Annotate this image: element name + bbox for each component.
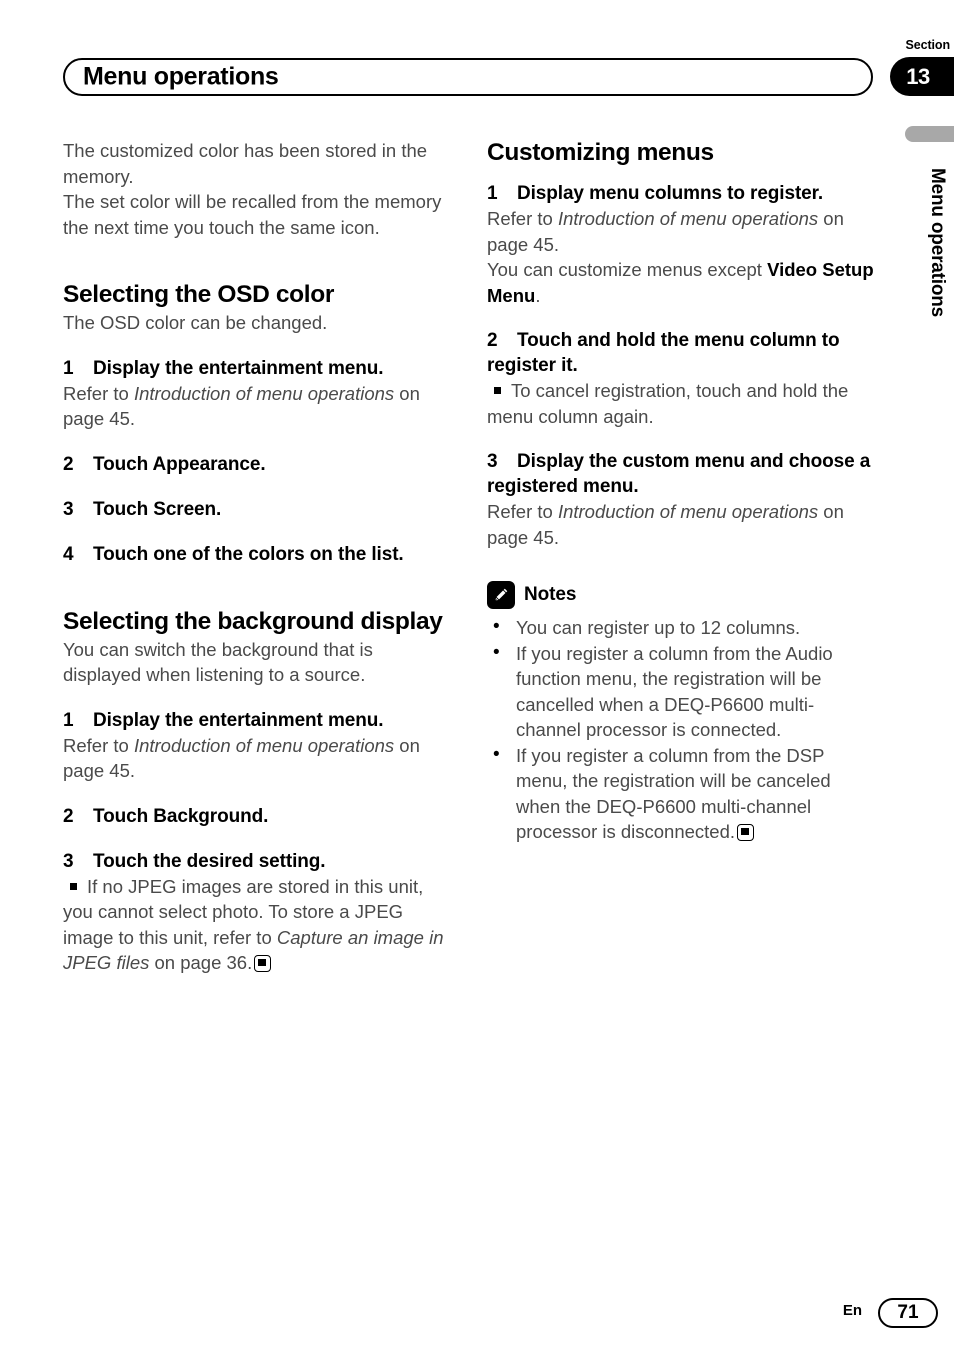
end-of-section-icon	[254, 955, 272, 972]
step-title: Touch Appearance.	[93, 453, 266, 475]
intro-paragraph-2: The set color will be recalled from the …	[63, 191, 442, 238]
refer-prefix: Refer to	[63, 734, 134, 756]
step-title: Touch Screen.	[93, 498, 222, 520]
osd-step-3: 3 Touch Screen.	[63, 497, 450, 522]
step-number: 2	[63, 453, 74, 475]
refer-prefix: Refer to	[487, 208, 558, 229]
left-column: The customized color has been stored in …	[63, 138, 450, 976]
pencil-icon	[487, 581, 515, 609]
step-title: Touch the desired setting.	[93, 850, 326, 872]
running-header-bar: Menu operations	[63, 58, 873, 96]
refer-italic-title: Introduction of menu operations	[557, 501, 819, 522]
refer-italic-title: Introduction of menu operations	[133, 382, 395, 404]
step-number: 3	[63, 498, 74, 520]
heading-osd-color: Selecting the OSD color	[63, 281, 335, 308]
end-of-section-icon	[737, 824, 755, 841]
footer-language-code: En	[842, 1302, 862, 1319]
refer-prefix: Refer to	[63, 382, 134, 404]
customizing-step-3-refer: Refer to Introduction of menu operations…	[487, 499, 874, 550]
section-label: Section	[905, 38, 951, 52]
square-bullet-icon	[70, 882, 77, 890]
background-description: You can switch the background that is di…	[63, 638, 373, 686]
section-number-tab: 13	[890, 57, 954, 96]
step-title: Display the entertainment menu.	[93, 357, 384, 379]
intro-paragraph-1: The customized color has been stored in …	[63, 140, 428, 187]
step-number: 3	[487, 451, 498, 472]
refer-italic-title: Introduction of menu operations	[133, 734, 395, 756]
heading-customizing-menus: Customizing menus	[487, 139, 714, 166]
osd-step-1: 1 Display the entertainment menu.	[63, 356, 450, 381]
refer-prefix: Refer to	[487, 501, 558, 522]
osd-step-4: 4 Touch one of the colors on the list.	[63, 542, 450, 567]
customizing-step-1-extra: You can customize menus except Video Set…	[487, 257, 874, 308]
notes-header: Notes	[487, 581, 874, 609]
step-title: Display menu columns to register.	[517, 183, 824, 204]
step-title: Touch one of the colors on the list.	[93, 543, 404, 565]
background-step-1: 1 Display the entertainment menu.	[63, 708, 450, 733]
step-number: 4	[63, 543, 74, 565]
section-number: 13	[906, 63, 930, 89]
step-number: 1	[63, 709, 74, 731]
background-square-note: If no JPEG images are stored in this uni…	[63, 874, 450, 976]
background-step-1-refer: Refer to Introduction of menu operations…	[63, 733, 450, 784]
note-suffix: on page 36.	[149, 952, 253, 973]
customizing-step-3: 3 Display the custom menu and choose a re…	[487, 449, 874, 499]
step-title: Display the entertainment menu.	[93, 709, 384, 731]
square-bullet-icon	[494, 387, 501, 394]
page-number-badge: 71	[878, 1298, 938, 1328]
step-title: Display the custom menu and choose a reg…	[487, 451, 871, 497]
heading-background-display: Selecting the background display	[63, 607, 443, 635]
refer-italic-title: Introduction of menu operations	[557, 208, 819, 229]
manual-page: Menu operations Section 13 Menu operatio…	[0, 0, 954, 1352]
customizing-step-2: 2 Touch and hold the menu column to regis…	[487, 328, 874, 378]
note-text: To cancel registration, touch and hold t…	[487, 380, 849, 427]
step-number: 1	[63, 357, 74, 379]
step-number: 3	[63, 850, 74, 872]
note-item-last: If you register a column from the DSP me…	[487, 742, 874, 845]
background-step-3: 3 Touch the desired setting.	[63, 849, 450, 874]
margin-section-title: Menu operations	[927, 168, 948, 318]
osd-step-1-refer: Refer to Introduction of menu operations…	[63, 381, 450, 432]
extra-prefix: You can customize menus except	[487, 259, 768, 280]
notes-label: Notes	[524, 584, 577, 605]
note-item: You can register up to 12 columns.	[487, 614, 874, 641]
extra-suffix: .	[535, 284, 541, 306]
osd-step-2: 2 Touch Appearance.	[63, 452, 450, 477]
step-title: Touch Background.	[93, 805, 269, 827]
notes-list: You can register up to 12 columns. If yo…	[487, 614, 874, 845]
background-step-2: 2 Touch Background.	[63, 804, 450, 829]
step-title: Touch and hold the menu column to regist…	[487, 330, 840, 376]
margin-indicator-bar	[905, 126, 954, 142]
step-number: 2	[487, 330, 498, 351]
osd-description: The OSD color can be changed.	[63, 312, 328, 333]
right-column: Customizing menus 1 Display menu columns …	[487, 138, 874, 845]
step-number: 1	[487, 183, 498, 204]
customizing-step-1-refer: Refer to Introduction of menu operations…	[487, 206, 874, 257]
customizing-step-1: 1 Display menu columns to register.	[487, 181, 874, 206]
page-title: Menu operations	[83, 62, 279, 91]
note-item: If you register a column from the Audio …	[487, 640, 874, 743]
note-text: If you register a column from the DSP me…	[516, 744, 831, 843]
customizing-step-2-note: To cancel registration, touch and hold t…	[487, 378, 874, 429]
step-number: 2	[63, 805, 74, 827]
